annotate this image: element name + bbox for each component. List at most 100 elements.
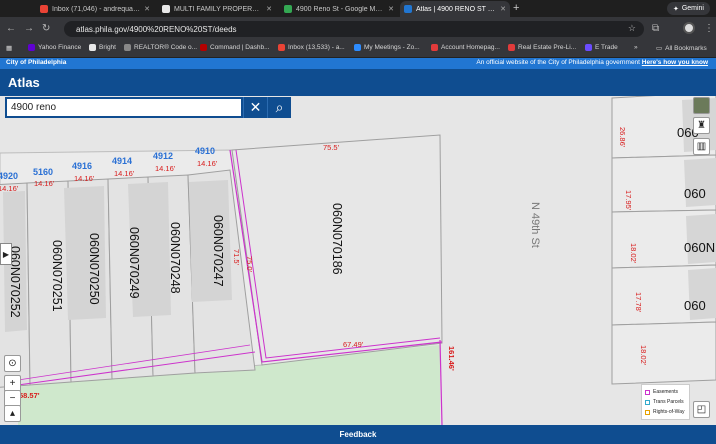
menu-icon[interactable]: ⋮	[704, 23, 714, 34]
search-button[interactable]: ⌕	[267, 97, 291, 118]
dimension-label: 75.5'	[323, 143, 340, 152]
bookmark-item[interactable]: Inbox (13,533) - a...	[278, 44, 345, 51]
address-label: 4914	[112, 156, 132, 166]
close-icon[interactable]: ✕	[266, 5, 272, 13]
bookmark-star-icon[interactable]: ☆	[628, 23, 636, 34]
apps-icon[interactable]: ▦	[6, 44, 12, 52]
parcel-id: 060N070248	[168, 222, 182, 294]
dimension-label: 17.78'	[634, 292, 643, 313]
address-label: 5160	[33, 167, 53, 177]
city-banner-title[interactable]: City of Philadelphia	[6, 59, 66, 66]
imagery-toggle-button[interactable]	[693, 97, 710, 114]
browser-toolbar: ← → ↻ atlas.phila.gov/4900%20RENO%20ST/d…	[0, 17, 716, 41]
extensions-icon[interactable]: ⧉	[652, 23, 659, 34]
app-title[interactable]: Atlas	[8, 75, 40, 90]
address-label: 4912	[153, 151, 173, 161]
address-label: 4920	[0, 171, 18, 181]
compass-icon: ▴	[9, 408, 16, 419]
clear-search-button[interactable]: ✕	[243, 97, 267, 118]
close-icon[interactable]: ✕	[500, 5, 506, 13]
dimension-label: 14.16'	[197, 159, 218, 168]
dimension-label: 14.16'	[114, 169, 135, 178]
all-bookmarks[interactable]: ▭ All Bookmarks	[656, 44, 707, 53]
dimension-label: 14.16'	[74, 174, 95, 183]
bookmark-item[interactable]: E Trade	[585, 44, 618, 51]
legend-item: Easements	[645, 387, 686, 397]
dimension-label: 14.16'	[155, 164, 176, 173]
map-legend: Easements Trans Parcels Rights-of-Way	[641, 384, 690, 420]
map-panel-toggle[interactable]: ◰	[693, 401, 710, 418]
atlas-icon	[404, 5, 412, 13]
bookmark-item[interactable]: My Meetings - Zo...	[354, 44, 420, 51]
parcel-id: 060N070249	[127, 227, 141, 299]
locate-button[interactable]: ⊙	[4, 355, 21, 372]
pictometry-button[interactable]: ♜	[693, 117, 710, 134]
parcel-id: 060N070247	[211, 215, 225, 287]
dimension-label: 161.46'	[447, 346, 456, 371]
city-banner-note: An official website of the City of Phila…	[476, 59, 708, 66]
bookmark-item[interactable]: Account Homepag...	[431, 44, 500, 51]
dimension-label: 17.95'	[624, 190, 633, 211]
gemini-button[interactable]: ✦ Gemini	[666, 2, 710, 15]
binoculars-icon: ♜	[697, 120, 706, 131]
legend-swatch	[645, 399, 650, 405]
more-bookmarks-icon[interactable]: »	[634, 44, 638, 51]
dimension-label: 14.16'	[0, 184, 19, 193]
sidebar-toggle[interactable]: ▶	[0, 243, 12, 265]
plus-icon: +	[9, 378, 16, 389]
real-estate-icon	[508, 44, 515, 51]
search-icon: ⌕	[275, 99, 284, 115]
address-bar[interactable]: atlas.phila.gov/4900%20RENO%20ST/deeds ☆	[64, 21, 644, 37]
compass-button[interactable]: ▴	[4, 405, 21, 422]
bookmark-item[interactable]: Command | Dashb...	[200, 44, 270, 51]
dimension-label: 18.02'	[639, 345, 648, 366]
parcel-map[interactable]: 4920 5160 4916 4914 4912 4910 14.16' 14.…	[0, 96, 716, 425]
close-icon[interactable]: ✕	[144, 5, 150, 13]
dimension-label: 75.0'	[245, 256, 254, 273]
new-tab-button[interactable]: +	[513, 2, 519, 14]
dimension-label: 18.02'	[629, 243, 638, 264]
feedback-button[interactable]: Feedback	[0, 425, 716, 444]
bookmark-item[interactable]: REALTOR® Code o...	[124, 44, 197, 51]
close-icon: ✕	[249, 99, 262, 115]
tab-gmail[interactable]: Inbox (71,046) - andrequain... ✕	[36, 1, 154, 17]
easement-line	[439, 339, 443, 425]
legend-item: Rights-of-Way	[645, 407, 686, 417]
city-banner: City of Philadelphia An official website…	[0, 58, 716, 69]
bookmark-item[interactable]: Yahoo Finance	[28, 44, 81, 51]
dimension-label: 67.49'	[343, 340, 364, 349]
street-label: N 49th St	[529, 202, 541, 248]
back-icon[interactable]: ←	[6, 23, 16, 34]
dimension-label: 26.86'	[618, 127, 627, 148]
bookmark-item[interactable]: Bright	[89, 44, 116, 51]
bookmark-item[interactable]: Real Estate Pre-Li...	[508, 44, 576, 51]
account-icon	[431, 44, 438, 51]
parcel-id: 060	[684, 186, 706, 201]
how-you-know-link[interactable]: Here's how you know	[642, 59, 708, 66]
close-icon[interactable]: ✕	[388, 5, 394, 13]
chevron-right-icon: ▶	[2, 249, 10, 259]
buildings-button[interactable]: ▥	[693, 138, 710, 155]
etrade-icon	[585, 44, 592, 51]
address-search: ✕ ⌕	[5, 97, 291, 118]
search-input[interactable]	[5, 97, 243, 118]
command-icon	[200, 44, 207, 51]
parcel-id: 060	[684, 298, 706, 313]
tab-google-maps[interactable]: 4900 Reno St - Google Maps ✕	[280, 1, 398, 17]
map-view[interactable]: 4920 5160 4916 4914 4912 4910 14.16' 14.…	[0, 96, 716, 425]
minus-icon: −	[9, 393, 16, 404]
gmail-icon	[278, 44, 285, 51]
legend-swatch	[645, 409, 650, 415]
crosshair-icon: ⊙	[8, 358, 17, 369]
gmail-icon	[40, 5, 48, 13]
legend-item: Trans Parcels	[645, 397, 686, 407]
reload-icon[interactable]: ↻	[42, 23, 50, 34]
panel-icon: ◰	[696, 404, 707, 415]
tab-multi-family[interactable]: MULTI FAMILY PROPERTIES ...✕	[158, 1, 276, 17]
tab-atlas[interactable]: Atlas | 4900 RENO ST | deeds✕	[400, 1, 510, 17]
avatar[interactable]	[683, 22, 695, 34]
maps-icon	[284, 5, 292, 13]
forward-icon[interactable]: →	[24, 23, 34, 34]
globe-icon	[124, 44, 131, 51]
parcel-id: 060N070186	[330, 203, 344, 275]
